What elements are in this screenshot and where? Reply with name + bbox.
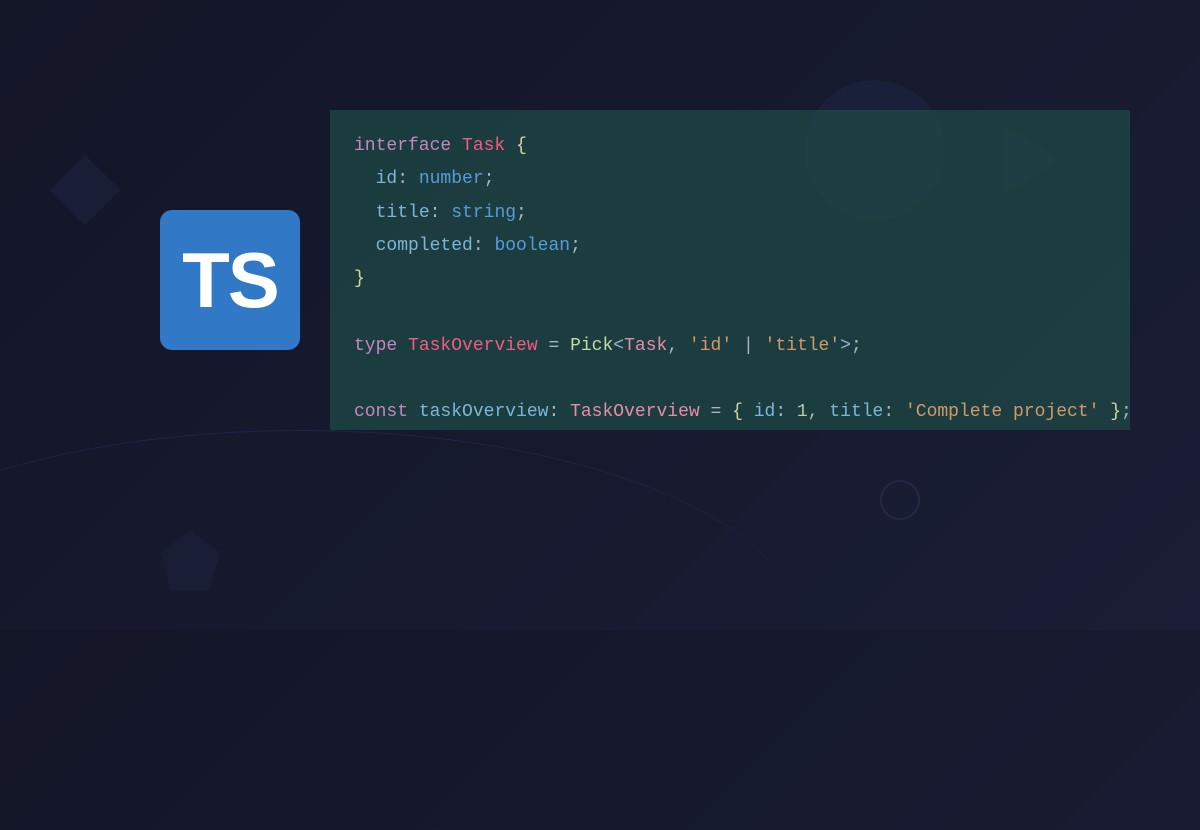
code-content: interface Task { id: number; title: stri… <box>354 130 1106 430</box>
brace-close: } <box>354 269 365 289</box>
keyword-const: const <box>354 402 408 422</box>
brace-open: { <box>505 136 527 156</box>
ts-logo-text: TS <box>182 235 278 326</box>
type-task: Task <box>462 136 505 156</box>
obj-prop-title: title <box>829 402 883 422</box>
bg-decoration-diamond <box>50 155 121 226</box>
string-id: 'id' <box>689 336 732 356</box>
typescript-logo-icon: TS <box>160 210 300 350</box>
type-string: string <box>451 203 516 223</box>
prop-completed: completed <box>376 236 473 256</box>
bg-decoration-curve <box>0 430 800 830</box>
keyword-type: type <box>354 336 397 356</box>
util-pick: Pick <box>570 336 613 356</box>
var-taskoverview: taskOverview <box>419 402 549 422</box>
code-block: interface Task { id: number; title: stri… <box>330 110 1130 430</box>
type-boolean: boolean <box>494 236 570 256</box>
string-title: 'title' <box>765 336 841 356</box>
bg-decoration-ring <box>880 480 920 520</box>
obj-prop-id: id <box>754 402 776 422</box>
string-complete-project: 'Complete project' <box>905 402 1099 422</box>
keyword-interface: interface <box>354 136 451 156</box>
number-1: 1 <box>797 402 808 422</box>
prop-id: id <box>376 169 398 189</box>
type-number: number <box>419 169 484 189</box>
type-ref-task: Task <box>624 336 667 356</box>
type-ann-taskoverview: TaskOverview <box>570 402 700 422</box>
prop-title: title <box>376 203 430 223</box>
type-taskoverview: TaskOverview <box>408 336 538 356</box>
